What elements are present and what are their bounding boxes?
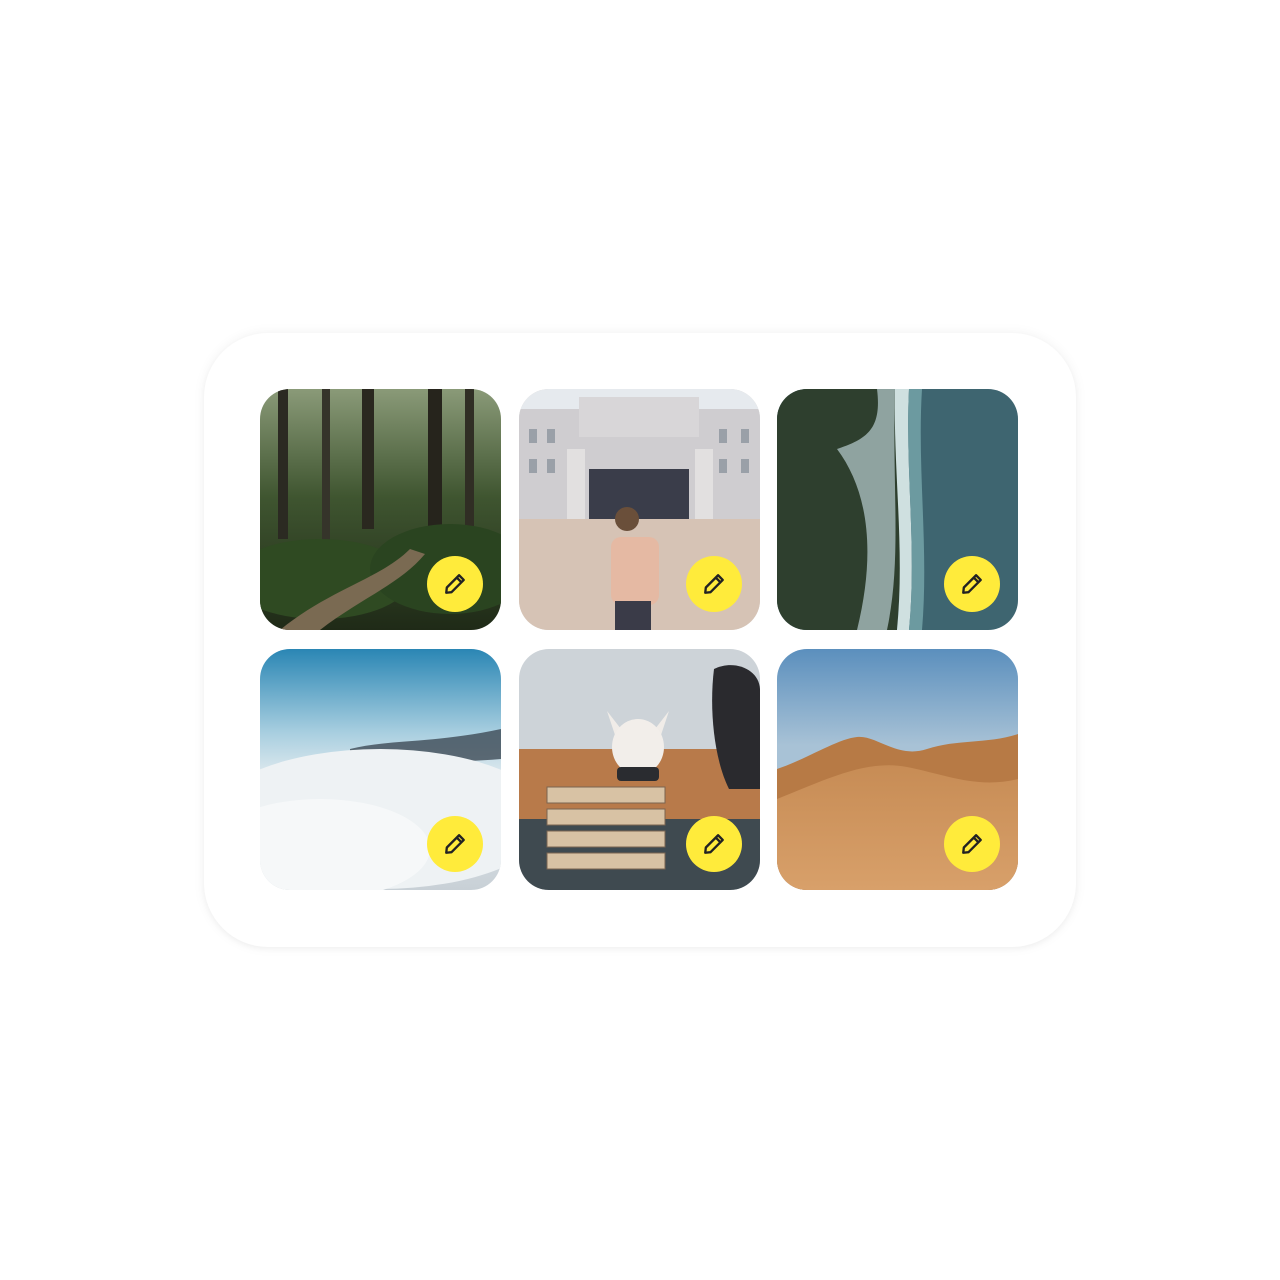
pencil-icon	[962, 574, 982, 594]
photo-tile-aerial-coastline[interactable]	[777, 389, 1018, 630]
edit-button[interactable]	[427, 816, 483, 872]
pencil-icon	[704, 834, 724, 854]
edit-button[interactable]	[686, 816, 742, 872]
edit-button[interactable]	[944, 556, 1000, 612]
pencil-icon	[445, 574, 465, 594]
edit-button[interactable]	[427, 556, 483, 612]
photo-tile-forest-trail[interactable]	[260, 389, 501, 630]
pencil-icon	[445, 834, 465, 854]
photo-tile-sea-of-clouds[interactable]	[260, 649, 501, 890]
gallery-card	[204, 333, 1076, 947]
pencil-icon	[962, 834, 982, 854]
photo-tile-palace-visitor[interactable]	[519, 389, 760, 630]
edit-button[interactable]	[686, 556, 742, 612]
photo-tile-desert-dunes[interactable]	[777, 649, 1018, 890]
edit-button[interactable]	[944, 816, 1000, 872]
pencil-icon	[704, 574, 724, 594]
photo-tile-dog-in-basket[interactable]	[519, 649, 760, 890]
